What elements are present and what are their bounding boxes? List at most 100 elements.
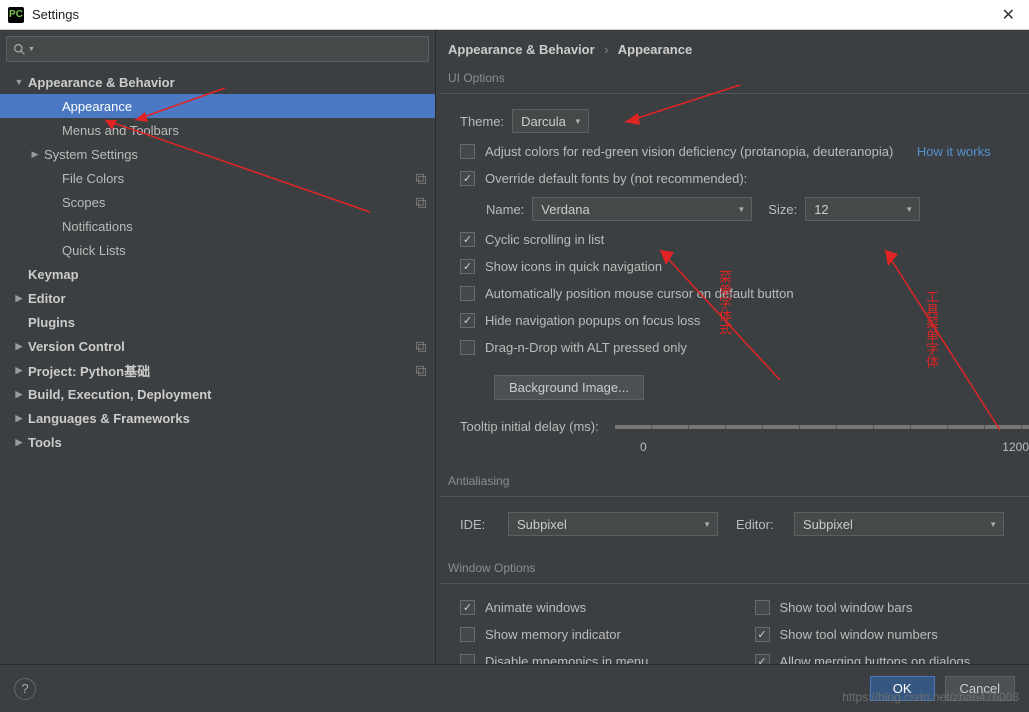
project-icon xyxy=(415,172,427,184)
slider-min: 0 xyxy=(640,440,647,454)
chevron-down-icon: ▼ xyxy=(737,205,745,214)
aa-editor-select[interactable]: Subpixel ▼ xyxy=(794,512,1004,536)
expand-icon: ▶ xyxy=(14,413,24,424)
expand-icon: ▶ xyxy=(14,341,24,352)
tree-item-label: Quick Lists xyxy=(62,243,427,258)
cyclic-scroll-label: Cyclic scrolling in list xyxy=(485,232,604,247)
tree-item[interactable]: ▶ Version Control xyxy=(0,334,435,358)
tooltip-delay-slider[interactable] xyxy=(615,425,1029,429)
font-size-label: Size: xyxy=(768,202,797,217)
breadcrumb-sep: › xyxy=(598,42,614,57)
tree-item-label: Build, Execution, Deployment xyxy=(28,387,427,402)
tree-item[interactable]: ▶ Build, Execution, Deployment xyxy=(0,382,435,406)
project-icon xyxy=(415,196,427,208)
tree-item[interactable]: Notifications xyxy=(0,214,435,238)
background-image-button[interactable]: Background Image... xyxy=(494,375,644,400)
font-name-select[interactable]: Verdana ▼ xyxy=(532,197,752,221)
settings-panel: Appearance & Behavior › Appearance UI Op… xyxy=(436,30,1029,664)
adjust-colors-label: Adjust colors for red-green vision defic… xyxy=(485,144,893,159)
section-window-options: Window Options xyxy=(440,557,1029,584)
breadcrumb: Appearance & Behavior › Appearance xyxy=(436,30,1029,67)
section-antialiasing: Antialiasing xyxy=(440,470,1029,497)
chevron-down-icon: ▼ xyxy=(28,46,35,53)
hide-nav-checkbox[interactable] xyxy=(460,313,475,328)
tree-item-label: Scopes xyxy=(62,195,415,210)
search-input[interactable]: ▼ xyxy=(6,36,429,62)
help-icon[interactable]: ? xyxy=(14,678,36,700)
sidebar: ▼ ▼Appearance & Behavior Appearance Menus … xyxy=(0,30,436,664)
close-icon[interactable]: ✕ xyxy=(996,5,1021,25)
font-name-value: Verdana xyxy=(541,202,589,217)
tree-item[interactable]: ▶ Editor xyxy=(0,286,435,310)
tree-item-label: Appearance xyxy=(62,99,427,114)
expand-icon: ▶ xyxy=(14,389,24,400)
disable-mnemonics-checkbox[interactable] xyxy=(460,654,475,664)
tree-item[interactable]: ▶ Project: Python基础 xyxy=(0,358,435,382)
animate-windows-label: Animate windows xyxy=(485,600,586,615)
window-title: Settings xyxy=(32,7,996,22)
disable-mnemonics-label: Disable mnemonics in menu xyxy=(485,654,648,664)
theme-select[interactable]: Darcula ▼ xyxy=(512,109,589,133)
font-size-select[interactable]: 12 ▼ xyxy=(805,197,920,221)
show-icons-checkbox[interactable] xyxy=(460,259,475,274)
expand-icon: ▶ xyxy=(14,293,24,304)
tree-item[interactable]: ▶ Languages & Frameworks xyxy=(0,406,435,430)
tree-item[interactable]: ▶Tools xyxy=(0,430,435,454)
slider-max: 1200 xyxy=(1002,440,1029,454)
show-memory-checkbox[interactable] xyxy=(460,627,475,642)
settings-tree[interactable]: ▼Appearance & Behavior Appearance Menus an… xyxy=(0,66,435,664)
aa-editor-label: Editor: xyxy=(736,517,786,532)
app-icon: PC xyxy=(8,7,24,23)
tool-window-bars-checkbox[interactable] xyxy=(755,600,770,615)
aa-ide-value: Subpixel xyxy=(517,517,567,532)
font-name-label: Name: xyxy=(486,202,524,217)
show-icons-label: Show icons in quick navigation xyxy=(485,259,662,274)
allow-merge-checkbox[interactable] xyxy=(755,654,770,664)
chevron-down-icon: ▼ xyxy=(989,520,997,529)
expand-icon: ▼ xyxy=(14,77,24,87)
ok-button[interactable]: OK xyxy=(870,676,935,701)
cancel-button[interactable]: Cancel xyxy=(945,676,1015,701)
aa-ide-select[interactable]: Subpixel ▼ xyxy=(508,512,718,536)
breadcrumb-root: Appearance & Behavior xyxy=(448,42,595,57)
tree-item[interactable]: Plugins xyxy=(0,310,435,334)
how-it-works-link[interactable]: How it works xyxy=(917,144,991,159)
drag-alt-checkbox[interactable] xyxy=(460,340,475,355)
expand-icon: ▶ xyxy=(30,149,40,160)
chevron-down-icon: ▼ xyxy=(574,117,582,126)
tree-item[interactable]: Scopes xyxy=(0,190,435,214)
animate-windows-checkbox[interactable] xyxy=(460,600,475,615)
tooltip-delay-label: Tooltip initial delay (ms): xyxy=(460,419,599,434)
tree-item-label: Languages & Frameworks xyxy=(28,411,427,426)
adjust-colors-checkbox[interactable] xyxy=(460,144,475,159)
hide-nav-label: Hide navigation popups on focus loss xyxy=(485,313,700,328)
override-fonts-label: Override default fonts by (not recommend… xyxy=(485,171,747,186)
tree-item-label: Project: Python基础 xyxy=(28,361,415,380)
expand-icon: ▶ xyxy=(14,365,24,376)
tree-item[interactable]: Appearance xyxy=(0,94,435,118)
aa-ide-label: IDE: xyxy=(460,517,500,532)
section-ui-options: UI Options xyxy=(440,67,1029,94)
tree-item-label: Keymap xyxy=(28,267,427,282)
tool-window-numbers-checkbox[interactable] xyxy=(755,627,770,642)
window-title-bar: PC Settings ✕ xyxy=(0,0,1029,30)
cyclic-scroll-checkbox[interactable] xyxy=(460,232,475,247)
tree-item-label: File Colors xyxy=(62,171,415,186)
aa-editor-value: Subpixel xyxy=(803,517,853,532)
auto-cursor-checkbox[interactable] xyxy=(460,286,475,301)
tree-item-label: Editor xyxy=(28,291,427,306)
tree-item[interactable]: Menus and Toolbars xyxy=(0,118,435,142)
breadcrumb-leaf: Appearance xyxy=(618,42,692,57)
tree-item-label: Tools xyxy=(28,435,427,450)
auto-cursor-label: Automatically position mouse cursor on d… xyxy=(485,286,794,301)
tree-item[interactable]: File Colors xyxy=(0,166,435,190)
drag-alt-label: Drag-n-Drop with ALT pressed only xyxy=(485,340,687,355)
tree-item[interactable]: Keymap xyxy=(0,262,435,286)
show-memory-label: Show memory indicator xyxy=(485,627,621,642)
tree-item[interactable]: Quick Lists xyxy=(0,238,435,262)
chevron-down-icon: ▼ xyxy=(703,520,711,529)
override-fonts-checkbox[interactable] xyxy=(460,171,475,186)
tree-item[interactable]: ▼Appearance & Behavior xyxy=(0,70,435,94)
tree-item[interactable]: ▶System Settings xyxy=(0,142,435,166)
tree-item-label: Version Control xyxy=(28,339,415,354)
